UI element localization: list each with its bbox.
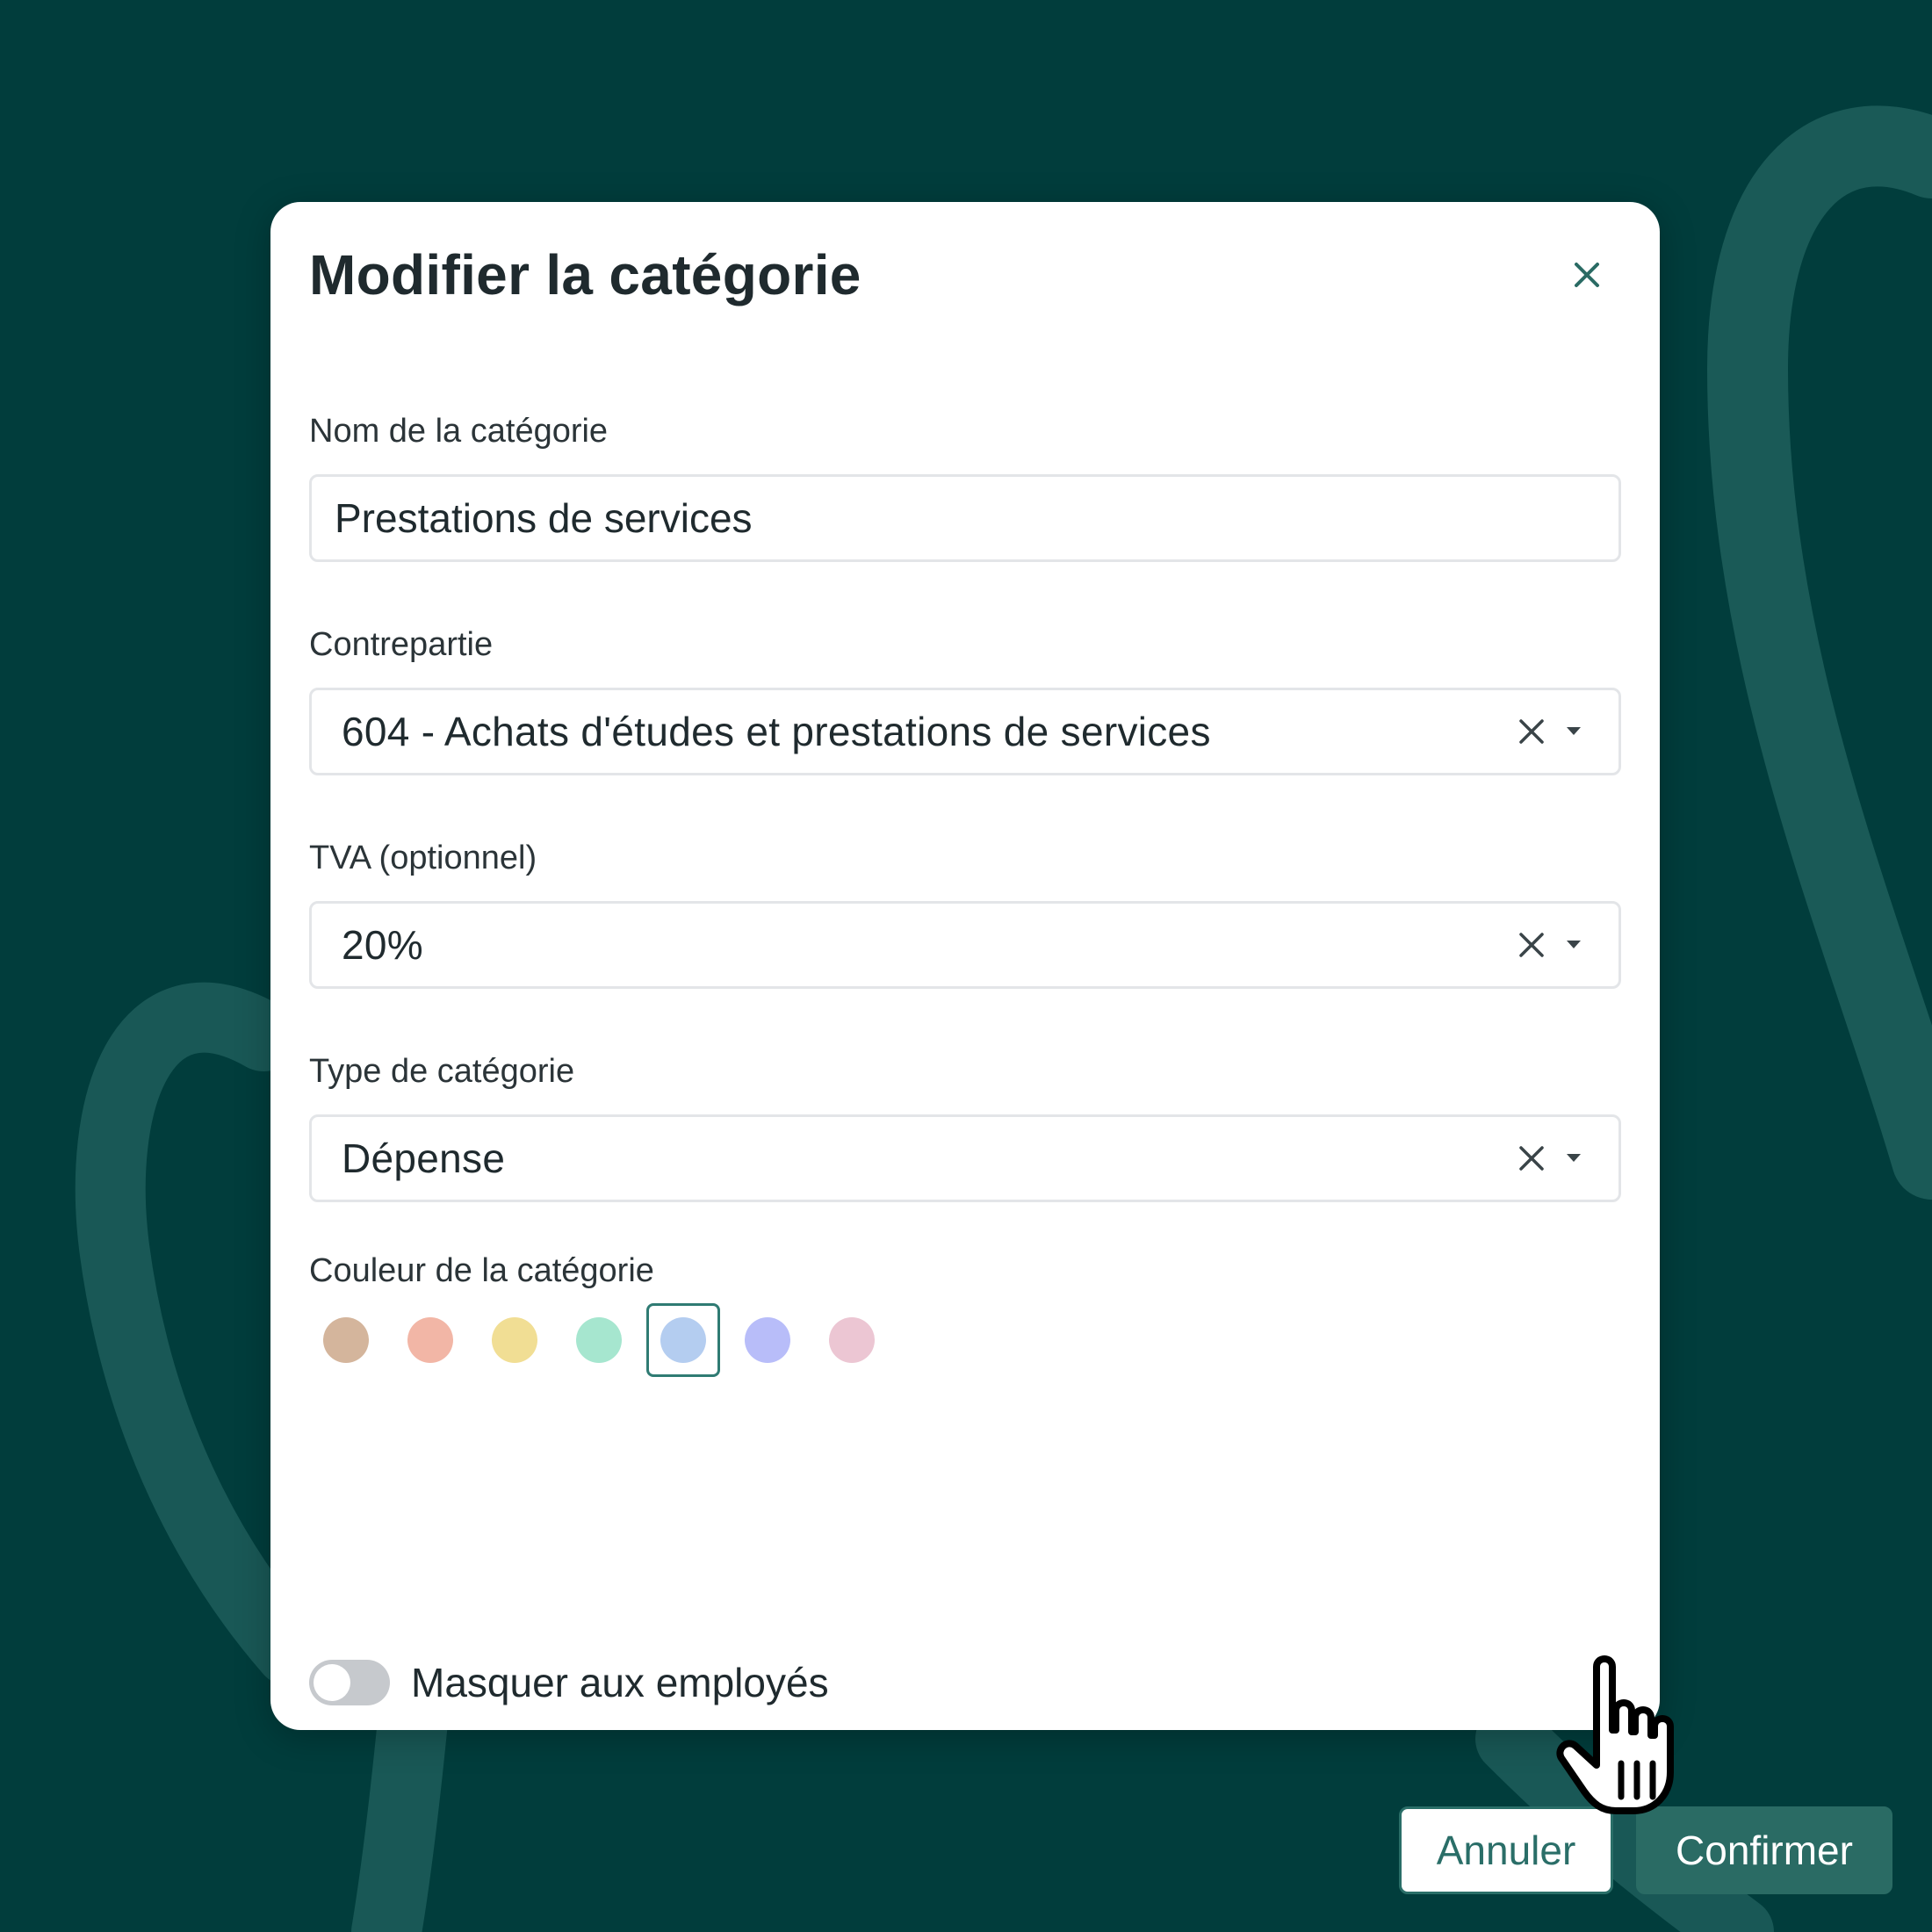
category-name-field[interactable]: [309, 474, 1621, 562]
color-swatch[interactable]: [731, 1303, 804, 1377]
color-swatch[interactable]: [393, 1303, 467, 1377]
category-name-input[interactable]: [335, 477, 1564, 559]
toggle-knob: [314, 1664, 350, 1701]
hide-from-employees-toggle[interactable]: [309, 1660, 390, 1705]
dialog-title: Modifier la catégorie: [309, 243, 861, 306]
counterpart-label: Contrepartie: [309, 626, 494, 663]
color-swatch-dot: [829, 1317, 875, 1363]
confirm-button[interactable]: Confirmer: [1636, 1806, 1892, 1894]
color-swatch[interactable]: [478, 1303, 551, 1377]
color-swatch-dot: [660, 1317, 706, 1363]
counterpart-select[interactable]: 604 - Achats d'études et prestations de …: [309, 688, 1621, 775]
edit-category-dialog: Modifier la catégorie Nom de la catégori…: [270, 202, 1892, 1894]
vat-label: TVA (optionnel): [309, 840, 537, 876]
cancel-button[interactable]: Annuler: [1399, 1806, 1613, 1894]
close-icon: [1575, 263, 1599, 287]
color-swatch-dot: [323, 1317, 369, 1363]
category-color-label: Couleur de la catégorie: [309, 1252, 654, 1289]
clear-icon[interactable]: [1517, 717, 1546, 746]
chevron-down-icon[interactable]: [1566, 939, 1582, 949]
category-type-select[interactable]: Dépense: [309, 1114, 1621, 1202]
clear-icon[interactable]: [1517, 930, 1546, 960]
color-swatch-dot: [576, 1317, 622, 1363]
hide-from-employees-label: Masquer aux employés: [411, 1660, 829, 1705]
color-swatch-dot: [745, 1317, 790, 1363]
clear-icon[interactable]: [1517, 1143, 1546, 1173]
vat-select[interactable]: 20%: [309, 901, 1621, 989]
chevron-down-icon[interactable]: [1566, 725, 1582, 736]
color-swatch-group: [309, 1303, 924, 1377]
category-name-label: Nom de la catégorie: [309, 413, 609, 450]
color-swatch-dot: [407, 1317, 453, 1363]
color-swatch[interactable]: [646, 1303, 720, 1377]
category-type-value: Dépense: [342, 1135, 506, 1181]
category-type-label: Type de catégorie: [309, 1053, 575, 1090]
close-button[interactable]: [1565, 253, 1609, 297]
color-swatch[interactable]: [815, 1303, 889, 1377]
chevron-down-icon[interactable]: [1566, 1152, 1582, 1163]
color-swatch[interactable]: [562, 1303, 636, 1377]
color-swatch[interactable]: [309, 1303, 383, 1377]
color-swatch-dot: [492, 1317, 537, 1363]
counterpart-value: 604 - Achats d'études et prestations de …: [342, 709, 1211, 754]
hand-pointer-cursor-icon: [1556, 1655, 1674, 1814]
vat-value: 20%: [342, 922, 423, 968]
